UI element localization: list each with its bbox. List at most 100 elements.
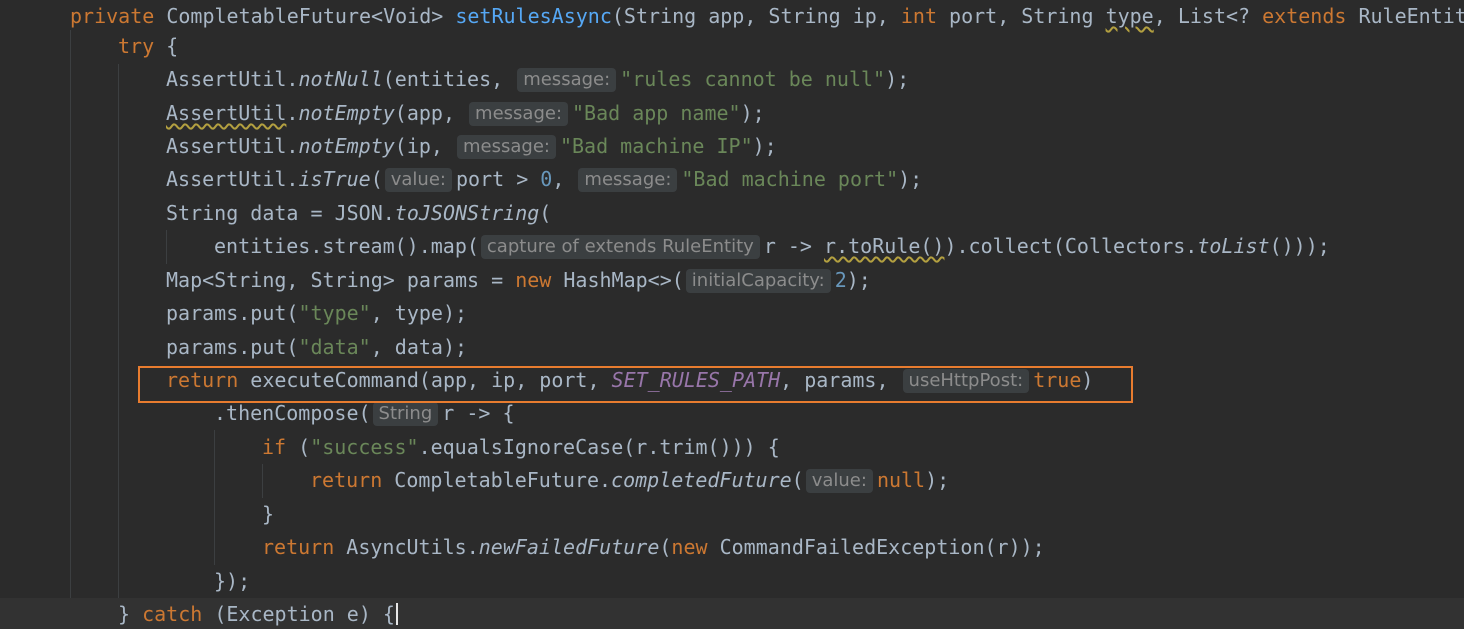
code-line-12[interactable]: return executeCommand(app, ip, port, SET…: [0, 364, 1464, 397]
code-text: );: [925, 468, 950, 492]
code-text: port, String: [936, 4, 1106, 28]
code-line-5[interactable]: AssertUtil.notEmpty(ip, message: "Bad mac…: [0, 130, 1464, 163]
keyword-try: try: [118, 34, 155, 58]
code-line-1[interactable]: private CompletableFuture<Void> setRules…: [0, 0, 1464, 33]
code-text: .equalsIgnoreCase(r.trim())) {: [418, 435, 780, 459]
code-line-18[interactable]: });: [0, 565, 1464, 598]
code-text: ): [1081, 368, 1094, 392]
code-line-19-current[interactable]: } catch (Exception e) {: [0, 598, 1464, 629]
number-literal: 0: [540, 167, 553, 191]
code-line-13[interactable]: .thenCompose(String r -> {: [0, 397, 1464, 430]
string-literal: "Bad machine port": [681, 167, 899, 191]
string-literal: "rules cannot be null": [620, 67, 886, 91]
static-method: notEmpty: [298, 134, 395, 158]
type-hint: String: [372, 402, 439, 426]
number-literal: 2: [834, 268, 847, 292]
string-literal: "success": [310, 435, 419, 459]
code-text: (: [659, 535, 672, 559]
param-hint: message:: [578, 168, 678, 192]
keyword-if: if: [262, 435, 287, 459]
type-hint: capture of extends RuleEntity: [480, 235, 760, 259]
param-hint: useHttpPost:: [902, 369, 1030, 393]
code-text: (Exception e) {: [202, 602, 395, 626]
keyword-extends: extends: [1262, 4, 1347, 28]
code-text: });: [214, 569, 251, 593]
code-line-17[interactable]: return AsyncUtils.newFailedFuture(new Co…: [0, 531, 1464, 564]
code-text: , data);: [370, 335, 468, 359]
code-text: AssertUtil.: [166, 134, 299, 158]
code-text: params.put(: [166, 335, 299, 359]
param-hint: message:: [469, 102, 569, 126]
code-text: CommandFailedException(r));: [707, 535, 1045, 559]
code-text: );: [898, 167, 923, 191]
param-hint: value:: [384, 168, 452, 192]
code-text: CompletableFuture<Void>: [154, 4, 456, 28]
text-caret: [395, 603, 398, 625]
code-text: AssertUtil.: [166, 167, 299, 191]
keyword-return: return: [262, 535, 335, 559]
code-text: ).collect(Collectors.: [944, 234, 1198, 258]
code-line-11[interactable]: params.put("data", data);: [0, 331, 1464, 364]
code-text: ()));: [1269, 234, 1330, 258]
code-line-6[interactable]: AssertUtil.isTrue(value: port > 0, messag…: [0, 163, 1464, 196]
code-text: {: [154, 34, 179, 58]
code-text: .: [286, 101, 299, 125]
code-text: , params,: [780, 368, 901, 392]
code-text: , type);: [370, 301, 468, 325]
code-text: RuleEntity: [1358, 4, 1464, 28]
code-text: .thenCompose(: [214, 401, 371, 425]
code-line-7[interactable]: String data = JSON.toJSONString(: [0, 197, 1464, 230]
keyword-null: null: [876, 468, 926, 492]
param-hint: message:: [517, 68, 617, 92]
code-line-2[interactable]: try {: [0, 30, 1464, 63]
code-text: );: [752, 134, 777, 158]
code-line-16[interactable]: }: [0, 498, 1464, 531]
static-method: notEmpty: [298, 101, 395, 125]
code-text: AssertUtil.: [166, 67, 299, 91]
code-text: HashMap<>(: [551, 268, 684, 292]
code-text: , List<?: [1153, 4, 1263, 28]
code-line-8[interactable]: entities.stream().map(capture of extends…: [0, 230, 1464, 263]
static-method: toList: [1197, 234, 1270, 258]
keyword-new: new: [515, 268, 552, 292]
code-text: AsyncUtils.: [334, 535, 479, 559]
code-line-4[interactable]: AssertUtil.notEmpty(app, message: "Bad ap…: [0, 97, 1464, 130]
code-text: Map<String, String> params =: [166, 268, 516, 292]
string-literal: "data": [298, 335, 371, 359]
code-line-9[interactable]: Map<String, String> params = new HashMap…: [0, 264, 1464, 297]
static-method: isTrue: [298, 167, 371, 191]
code-editor[interactable]: private CompletableFuture<Void> setRules…: [0, 0, 1464, 629]
keyword-return: return: [310, 468, 383, 492]
code-text: }: [118, 602, 143, 626]
code-text: (: [370, 167, 383, 191]
string-literal: "Bad app name": [572, 101, 741, 125]
code-text: ,: [552, 167, 577, 191]
keyword-return: return: [166, 368, 239, 392]
code-text: executeCommand(app, ip, port,: [238, 368, 612, 392]
code-text: (String app, String ip,: [611, 4, 901, 28]
param-hint: message:: [457, 135, 556, 159]
constant-set-rules-path: SET_RULES_PATH: [611, 368, 781, 392]
code-line-10[interactable]: params.put("type", type);: [0, 297, 1464, 330]
static-method: notNull: [298, 67, 383, 91]
param-type-warning: type: [1105, 4, 1154, 28]
code-text: port >: [455, 167, 541, 191]
code-text: );: [885, 67, 910, 91]
keyword-int: int: [900, 4, 937, 28]
code-line-15[interactable]: return CompletableFuture.completedFuture…: [0, 464, 1464, 497]
code-text: (entities,: [382, 67, 516, 91]
code-text: );: [846, 268, 871, 292]
code-text: r -> {: [442, 401, 515, 425]
code-text: (ip,: [394, 134, 455, 158]
code-text: String data = JSON.: [166, 201, 395, 225]
code-line-14[interactable]: if ("success".equalsIgnoreCase(r.trim())…: [0, 431, 1464, 464]
code-text: params.put(: [166, 301, 299, 325]
keyword-new: new: [671, 535, 708, 559]
code-text: (: [791, 468, 804, 492]
code-text: (: [286, 435, 311, 459]
code-text: (app,: [394, 101, 468, 125]
code-line-3[interactable]: AssertUtil.notNull(entities, message: "ru…: [0, 63, 1464, 96]
keyword-private: private: [70, 4, 155, 28]
method-name: setRulesAsync: [455, 4, 612, 28]
method-call-warning: r.toRule(): [824, 234, 945, 258]
